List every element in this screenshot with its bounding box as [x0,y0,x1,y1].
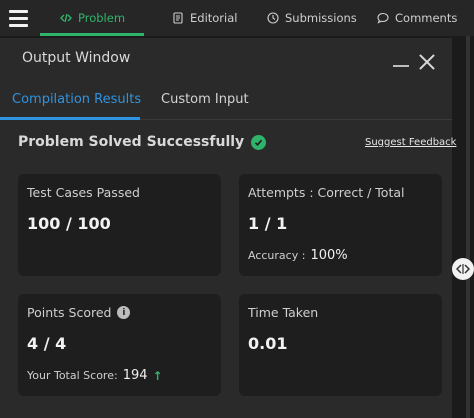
tab-submissions-label: Submissions [285,11,357,25]
arrow-up-icon: ↑ [152,368,163,383]
close-button[interactable] [419,54,435,70]
panel-title: Output Window [22,50,131,66]
check-circle-icon [251,134,267,150]
minimize-button[interactable] [393,65,409,67]
menu-icon[interactable] [0,0,36,36]
points-card: Points Scored i 4 / 4 Your Total Score: … [18,294,221,396]
points-value: 4 / 4 [27,334,67,353]
attempts-label: Attempts : Correct / Total [248,185,405,200]
output-window: Output Window Compilation Results Custom… [0,38,456,418]
tab-compilation-results[interactable]: Compilation Results [12,92,141,107]
attempts-value: 1 / 1 [248,214,288,233]
resize-handle-icon[interactable] [452,258,474,280]
time-label: Time Taken [248,305,319,320]
test-cases-label: Test Cases Passed [27,185,140,200]
tab-problem-label: Problem [78,11,126,25]
tab-problem[interactable]: Problem [60,0,125,36]
active-subtab-indicator [0,117,140,120]
points-label-row: Points Scored i [27,305,131,320]
total-score-value: 194 [122,368,148,383]
accuracy-row: Accuracy : 100% [248,248,348,263]
suggest-feedback-link[interactable]: Suggest Feedback [365,137,456,148]
test-cases-card: Test Cases Passed 100 / 100 [18,174,221,276]
time-card: Time Taken 0.01 [239,294,442,396]
accuracy-value: 100% [310,248,348,263]
tab-editorial-label: Editorial [190,11,238,25]
total-score-row: Your Total Score: 194 ↑ [27,368,163,383]
active-tab-indicator [40,33,144,36]
info-icon[interactable]: i [117,306,131,319]
status-text: Problem Solved Successfully [18,134,245,150]
total-score-label: Your Total Score: [27,369,118,382]
time-value: 0.01 [248,334,288,353]
tab-editorial[interactable]: Editorial [172,0,237,36]
tab-custom-input[interactable]: Custom Input [161,92,249,107]
code-icon [60,13,72,23]
comment-icon [377,12,389,24]
accuracy-label: Accuracy : [248,249,306,262]
result-tabs: Compilation Results Custom Input [0,80,452,120]
points-label: Points Scored [27,305,112,320]
clock-icon [267,12,279,24]
test-cases-value: 100 / 100 [27,214,111,233]
tab-submissions[interactable]: Submissions [267,0,357,36]
tab-comments[interactable]: Comments [377,0,457,36]
attempts-card: Attempts : Correct / Total 1 / 1 Accurac… [239,174,442,276]
status-row: Problem Solved Successfully [18,134,267,150]
tab-comments-label: Comments [395,11,458,25]
side-strip [452,36,474,418]
scrollbar[interactable] [466,36,470,418]
top-nav: Problem Editorial Submissions Comments [0,0,474,36]
document-icon [173,12,183,24]
